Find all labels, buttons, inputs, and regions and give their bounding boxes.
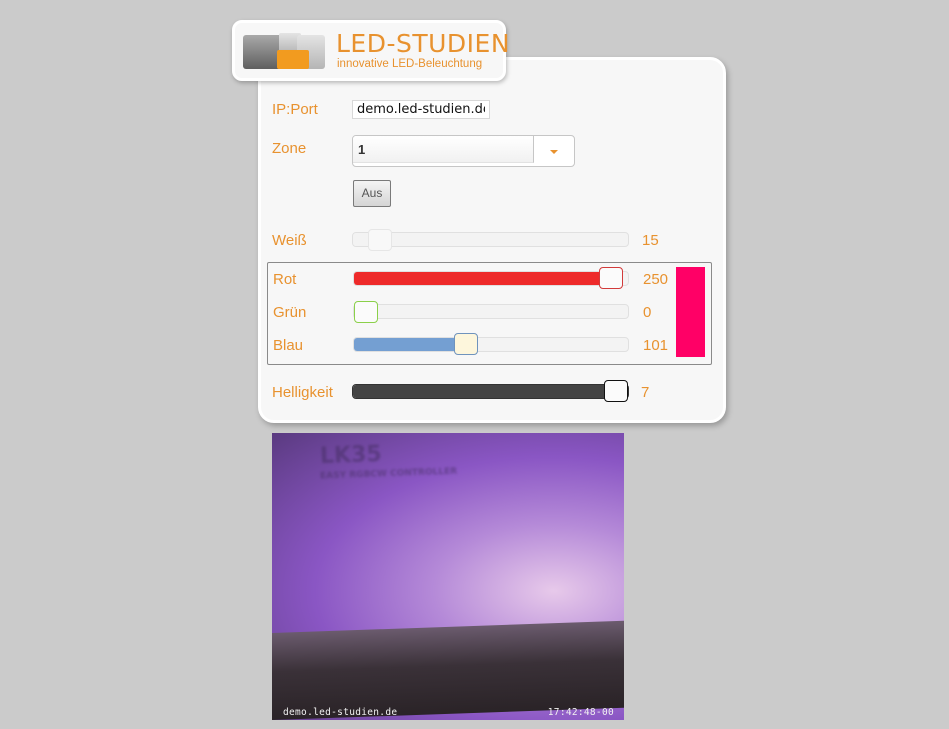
logo-subtitle: innovative LED-Beleuchtung [337, 58, 483, 70]
green-slider-handle[interactable] [354, 301, 378, 323]
brightness-slider-track[interactable] [352, 384, 629, 399]
camera-feed: LK35 EASY RGBCW CONTROLLER demo.led-stud… [272, 433, 624, 720]
color-preview-swatch [676, 267, 705, 357]
white-slider-fill [353, 233, 370, 246]
logo: LED-STUDIEN innovative LED-Beleuchtung [232, 20, 510, 81]
chevron-down-icon[interactable] [550, 150, 558, 154]
red-slider-track[interactable] [353, 271, 629, 286]
white-slider-handle[interactable] [368, 229, 393, 251]
blue-value: 101 [643, 337, 669, 354]
camera-overlay-time: 17:42:48-00 [547, 707, 614, 718]
brightness-label: Helligkeit [272, 384, 333, 401]
camera-shadow [272, 620, 624, 720]
ip-label: IP:Port [272, 101, 318, 118]
white-label: Weiß [272, 232, 307, 249]
blue-slider-fill [354, 338, 464, 351]
brightness-slider-handle[interactable] [604, 380, 628, 402]
red-value: 250 [643, 271, 669, 288]
camera-overlay-host: demo.led-studien.de [283, 707, 398, 718]
camera-device-sub: EASY RGBCW CONTROLLER [319, 466, 458, 482]
green-slider-track[interactable] [353, 304, 629, 319]
red-slider-handle[interactable] [599, 267, 623, 289]
blue-label: Blau [273, 337, 304, 354]
camera-overlay: demo.led-studien.de 17:42:48-00 [272, 707, 624, 720]
zone-label: Zone [272, 140, 307, 157]
brightness-slider-fill [353, 385, 628, 398]
camera-device-label: LK35 [319, 441, 383, 470]
logo-title: LED-STUDIEN [336, 29, 511, 58]
ip-port-input[interactable] [352, 100, 490, 119]
white-value: 15 [642, 232, 659, 249]
blue-slider-handle[interactable] [454, 333, 478, 355]
brightness-value: 7 [641, 384, 650, 401]
zone-select-value: 1 [353, 136, 534, 163]
zone-select[interactable]: 1 [352, 135, 575, 167]
red-slider-fill [354, 272, 623, 285]
white-slider-track[interactable] [352, 232, 629, 247]
logo-mark-icon [243, 33, 325, 69]
green-label: Grün [273, 304, 307, 321]
off-button[interactable]: Aus [353, 180, 391, 207]
red-label: Rot [273, 271, 297, 288]
green-value: 0 [643, 304, 652, 321]
blue-slider-track[interactable] [353, 337, 629, 352]
